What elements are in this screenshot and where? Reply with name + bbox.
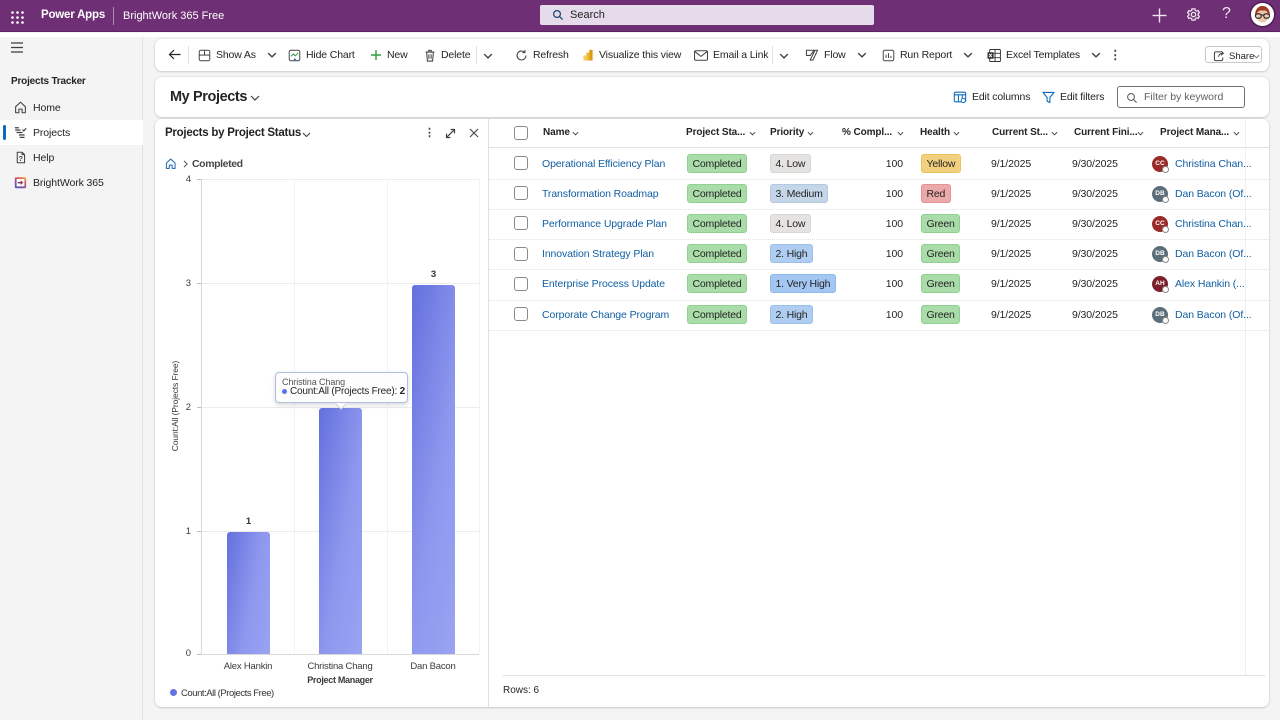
svg-text:?: ? [18,154,23,163]
